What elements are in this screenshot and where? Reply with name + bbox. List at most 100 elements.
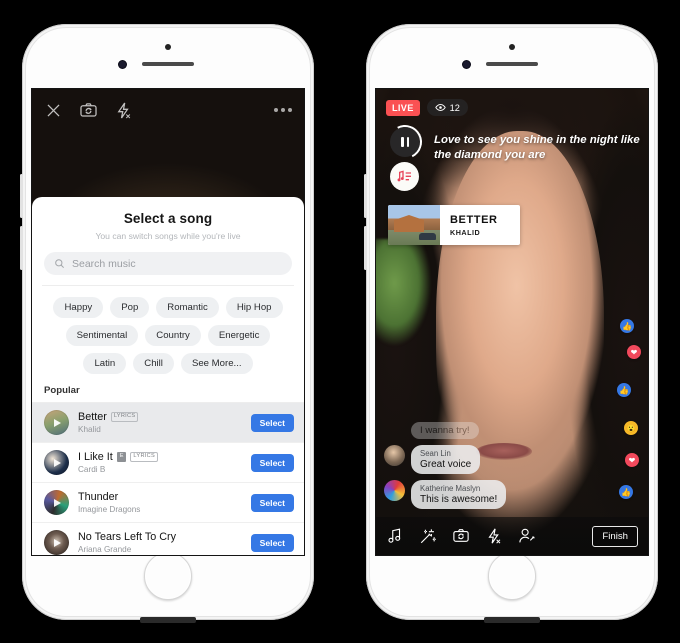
volume-down-button[interactable] bbox=[20, 226, 23, 270]
more-options-icon[interactable] bbox=[274, 108, 292, 112]
floating-reactions: 👍 ❤ 👍 😮 ❤ 👍 bbox=[616, 319, 642, 509]
mood-chip-chill[interactable]: Chill bbox=[133, 353, 174, 374]
reaction-wow-icon: 😮 bbox=[624, 421, 638, 435]
select-button[interactable]: Select bbox=[250, 453, 294, 472]
mood-chip-sentimental[interactable]: Sentimental bbox=[65, 325, 139, 346]
search-music-field[interactable]: Search music bbox=[44, 252, 292, 275]
comment-text: Great voice bbox=[420, 459, 472, 470]
play-icon bbox=[44, 410, 69, 435]
mood-chip-country[interactable]: Country bbox=[145, 325, 201, 346]
reaction-love-icon: ❤ bbox=[627, 345, 641, 359]
album-art bbox=[44, 490, 69, 515]
now-playing-artist: KHALID bbox=[450, 227, 481, 237]
album-art bbox=[44, 410, 69, 435]
viewer-count: 12 bbox=[449, 102, 460, 113]
select-button[interactable]: Select bbox=[250, 413, 294, 432]
reaction-love-icon: ❤ bbox=[625, 453, 639, 467]
mood-chip-romantic[interactable]: Romantic bbox=[156, 297, 219, 318]
song-artist: Khalid bbox=[78, 425, 101, 434]
search-icon bbox=[55, 259, 64, 268]
flash-off-icon[interactable] bbox=[485, 527, 503, 545]
song-row-thunder[interactable]: Thunder Imagine Dragons Select bbox=[32, 483, 304, 523]
live-status-row: LIVE 12 bbox=[386, 99, 468, 116]
now-playing-album-art bbox=[388, 205, 440, 245]
song-list: Better LYRICS Khalid Select I Like It E … bbox=[32, 402, 304, 555]
select-button[interactable]: Select bbox=[250, 533, 294, 552]
search-placeholder: Search music bbox=[72, 257, 136, 270]
play-icon bbox=[44, 530, 69, 555]
comment-author: Sean Lin bbox=[420, 449, 451, 458]
viewer-count-pill[interactable]: 12 bbox=[426, 99, 468, 116]
mood-chip-happy[interactable]: Happy bbox=[53, 297, 104, 318]
song-artist: Cardi B bbox=[78, 465, 106, 474]
song-title: I Like It bbox=[78, 451, 113, 463]
now-playing-text: BETTER KHALID bbox=[440, 205, 520, 245]
front-camera-icon bbox=[119, 61, 126, 68]
mood-chip-pop[interactable]: Pop bbox=[110, 297, 150, 318]
camera-flip-icon[interactable] bbox=[79, 101, 98, 120]
sheet-subtitle: You can switch songs while you're live bbox=[95, 231, 241, 241]
reaction-like-icon: 👍 bbox=[619, 485, 633, 499]
screen-left: Select a song You can switch songs while… bbox=[31, 88, 305, 556]
explicit-badge: E bbox=[116, 452, 127, 462]
song-row-no-tears-left-to-cry[interactable]: No Tears Left To Cry Ariana Grande Selec… bbox=[32, 523, 304, 555]
album-art bbox=[44, 530, 69, 555]
flash-off-icon[interactable] bbox=[114, 101, 133, 120]
close-icon[interactable] bbox=[44, 101, 63, 120]
now-playing-title: BETTER bbox=[450, 213, 498, 226]
avatar[interactable] bbox=[384, 445, 405, 466]
song-title-row: Better LYRICS bbox=[78, 411, 242, 423]
song-title-row: Thunder bbox=[78, 491, 242, 503]
select-song-sheet: Select a song You can switch songs while… bbox=[32, 197, 304, 555]
comment-item: I wanna try! bbox=[384, 422, 534, 439]
live-bottom-toolbar: Finish bbox=[376, 517, 648, 555]
song-meta: I Like It E LYRICS Cardi B bbox=[78, 451, 242, 474]
song-meta: No Tears Left To Cry Ariana Grande bbox=[78, 531, 242, 554]
mood-chip-see-more[interactable]: See More... bbox=[180, 353, 253, 374]
proximity-sensor-icon bbox=[509, 44, 515, 50]
effects-wand-icon[interactable] bbox=[419, 527, 437, 545]
song-row-better[interactable]: Better LYRICS Khalid Select bbox=[32, 403, 304, 443]
now-playing-card[interactable]: BETTER KHALID bbox=[388, 205, 520, 245]
video-background-foliage bbox=[376, 239, 436, 349]
eye-icon bbox=[434, 104, 446, 111]
volume-up-button[interactable] bbox=[364, 174, 367, 218]
lyrics-badge: LYRICS bbox=[130, 452, 159, 462]
play-icon bbox=[44, 450, 69, 475]
comment-item: Katherine Maslyn This is awesome! bbox=[384, 480, 534, 509]
comment-bubble: Katherine Maslyn This is awesome! bbox=[411, 480, 507, 509]
add-person-icon[interactable] bbox=[518, 527, 536, 545]
reaction-like-icon: 👍 bbox=[617, 383, 631, 397]
screen-right: LIVE 12 Love to see you shine in the nig… bbox=[375, 88, 649, 556]
pause-music-button[interactable] bbox=[383, 120, 427, 164]
album-art bbox=[44, 450, 69, 475]
section-title-popular: Popular bbox=[44, 385, 80, 396]
mood-chip-latin[interactable]: Latin bbox=[83, 353, 127, 374]
comment-list: I wanna try! Sean Lin Great voice Kather… bbox=[384, 416, 534, 509]
front-camera-icon bbox=[463, 61, 470, 68]
music-note-icon[interactable] bbox=[386, 527, 404, 545]
comment-author: Katherine Maslyn bbox=[420, 484, 481, 493]
mood-chip-energetic[interactable]: Energetic bbox=[207, 325, 271, 346]
song-title-row: No Tears Left To Cry bbox=[78, 531, 242, 543]
home-button[interactable] bbox=[488, 552, 536, 600]
song-artist: Ariana Grande bbox=[78, 545, 132, 554]
mood-chip-hip-hop[interactable]: Hip Hop bbox=[225, 297, 283, 318]
song-title: Better bbox=[78, 411, 107, 423]
music-library-button[interactable] bbox=[390, 162, 419, 191]
earpiece-speaker bbox=[142, 62, 194, 66]
camera-flip-icon[interactable] bbox=[452, 527, 470, 545]
avatar[interactable] bbox=[384, 480, 405, 501]
mood-chip-list: Happy Pop Romantic Hip Hop Sentimental C… bbox=[32, 286, 304, 374]
device-bottom-notch bbox=[484, 617, 540, 623]
volume-up-button[interactable] bbox=[20, 174, 23, 218]
song-title: Thunder bbox=[78, 491, 119, 503]
home-button[interactable] bbox=[144, 552, 192, 600]
song-row-i-like-it[interactable]: I Like It E LYRICS Cardi B Select bbox=[32, 443, 304, 483]
lyrics-badge: LYRICS bbox=[110, 412, 139, 422]
reaction-like-icon: 👍 bbox=[620, 319, 634, 333]
device-bottom-notch bbox=[140, 617, 196, 623]
select-button[interactable]: Select bbox=[250, 493, 294, 512]
finish-button[interactable]: Finish bbox=[592, 525, 638, 547]
volume-down-button[interactable] bbox=[364, 226, 367, 270]
